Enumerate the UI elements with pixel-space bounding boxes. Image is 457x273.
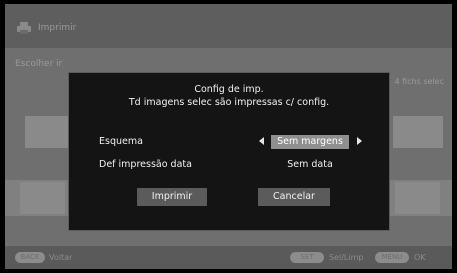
set-key-icon: SET bbox=[290, 252, 324, 263]
cancel-button[interactable]: Cancelar bbox=[258, 188, 330, 206]
date-print-selector[interactable]: Sem data bbox=[271, 159, 349, 170]
back-key-icon: BACK bbox=[15, 252, 45, 263]
thumbnail[interactable] bbox=[395, 182, 440, 214]
thumbnail[interactable] bbox=[20, 182, 65, 214]
dialog-title: Config de imp. bbox=[194, 84, 264, 95]
menu-key-icon: MENU bbox=[375, 252, 409, 263]
scheme-selector[interactable]: Sem margens bbox=[271, 135, 349, 149]
print-button[interactable]: Imprimir bbox=[137, 188, 207, 206]
scheme-label: Esquema bbox=[99, 136, 143, 147]
screen-title: Imprimir bbox=[38, 23, 77, 33]
set-hint-label: Sel/Limp bbox=[329, 253, 364, 262]
scheme-prev-arrow-icon[interactable] bbox=[259, 137, 264, 145]
top-bar: Imprimir bbox=[5, 4, 452, 48]
back-hint-label: Voltar bbox=[49, 253, 73, 262]
menu-hint-label: OK bbox=[414, 253, 426, 262]
dialog-message: Td imagens selec são impressas c/ config… bbox=[128, 97, 330, 108]
scheme-next-arrow-icon[interactable] bbox=[357, 137, 362, 145]
thumbnail[interactable] bbox=[393, 116, 443, 148]
print-settings-dialog: Config de imp. Td imagens selec são impr… bbox=[68, 72, 390, 231]
printer-icon bbox=[17, 22, 31, 34]
selected-count: 4 fichs selec bbox=[394, 77, 444, 86]
instruction-text: Escolher ir bbox=[15, 59, 63, 69]
date-print-label: Def impressão data bbox=[99, 159, 192, 170]
